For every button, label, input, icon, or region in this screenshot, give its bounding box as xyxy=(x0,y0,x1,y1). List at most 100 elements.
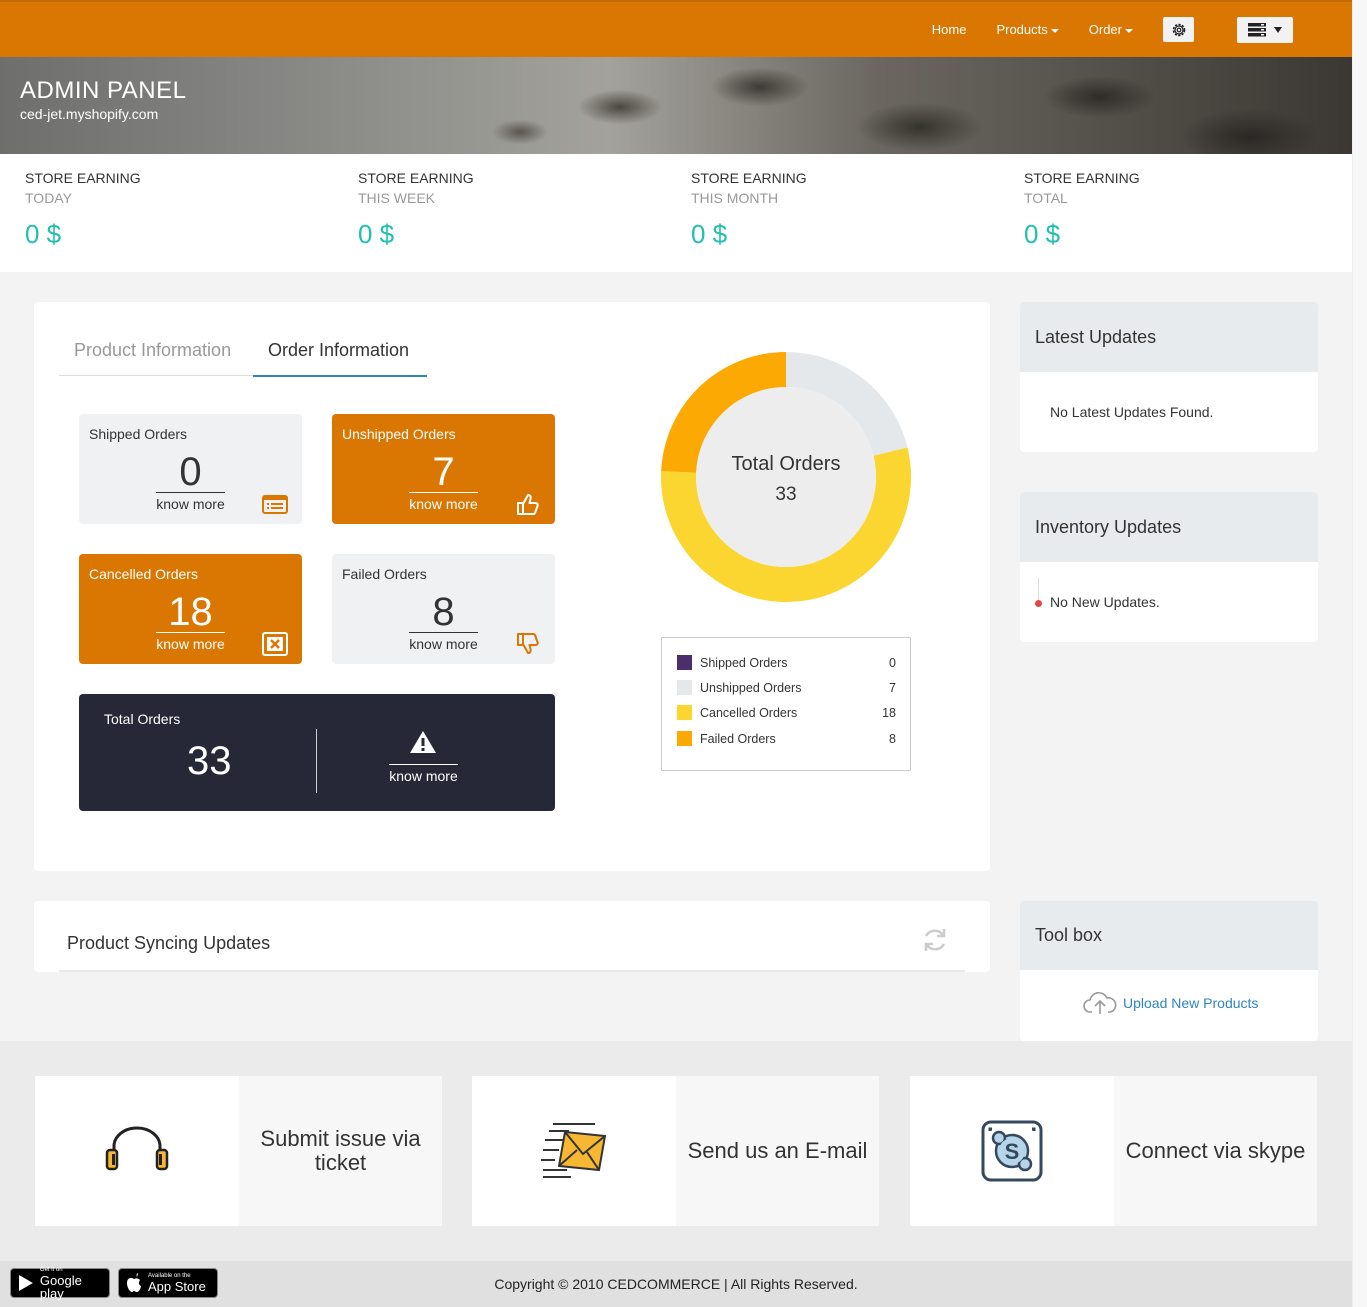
earning-period: TODAY xyxy=(25,190,72,206)
toolbox-title: Tool box xyxy=(1020,901,1318,970)
total-value: 33 xyxy=(187,739,232,783)
nav-home-link[interactable]: Home xyxy=(932,22,967,37)
unshipped-orders-card: Unshipped Orders 7 know more xyxy=(332,414,555,524)
total-title: Total Orders xyxy=(104,711,181,727)
earning-period: THIS WEEK xyxy=(358,190,436,206)
tab-order-information[interactable]: Order Information xyxy=(268,340,409,361)
stat-title: Failed Orders xyxy=(342,566,427,582)
legend-value: 8 xyxy=(889,732,896,746)
latest-updates-message: No Latest Updates Found. xyxy=(1050,404,1214,420)
legend-item: Unshipped Orders 7 xyxy=(677,679,896,697)
cancelled-know-more-link[interactable]: know more xyxy=(156,632,225,652)
nav-links: Home Products Order xyxy=(932,2,1352,57)
inventory-updates-card: Inventory Updates No New Updates. xyxy=(1020,492,1318,642)
legend-name: Unshipped Orders xyxy=(700,681,802,695)
close-box-icon xyxy=(262,632,288,656)
legend-swatch xyxy=(677,731,692,746)
legend-name: Shipped Orders xyxy=(700,656,788,670)
stat-value: 8 xyxy=(432,590,455,634)
server-menu-icon xyxy=(1248,22,1266,36)
nav-order-label: Order xyxy=(1088,22,1122,37)
support-section: Submit issue via ticket Send us an E-mai… xyxy=(0,1041,1352,1261)
store-earnings-strip: STORE EARNING TODAY 0 $ STORE EARNING TH… xyxy=(0,154,1352,272)
nav-products-dropdown[interactable]: Products xyxy=(996,22,1059,37)
stat-title: Shipped Orders xyxy=(89,426,188,442)
divider xyxy=(316,729,317,793)
product-syncing-card: Product Syncing Updates xyxy=(34,901,990,972)
skype-icon: S xyxy=(981,1120,1043,1182)
top-navbar: Home Products Order xyxy=(0,0,1352,57)
caret-down-icon xyxy=(1050,28,1059,33)
email-icon xyxy=(541,1123,607,1178)
earning-label: STORE EARNING xyxy=(691,170,807,186)
info-tabs: Product Information Order Information xyxy=(59,336,427,377)
refresh-icon[interactable] xyxy=(921,926,949,954)
legend-item: Failed Orders 8 xyxy=(677,730,896,748)
support-icon-box: S xyxy=(910,1076,1114,1226)
tab-product-information[interactable]: Product Information xyxy=(74,340,231,361)
thumbs-down-icon xyxy=(517,633,539,654)
banner-store-url: ced-jet.myshopify.com xyxy=(20,106,159,122)
donut-center-label: Total Orders xyxy=(731,453,841,475)
send-email-button[interactable]: Send us an E-mail xyxy=(472,1076,879,1226)
earning-today: STORE EARNING TODAY 0 $ xyxy=(25,170,141,250)
legend-name: Failed Orders xyxy=(700,732,776,746)
donut-hole xyxy=(696,387,876,567)
thumbs-up-icon xyxy=(517,494,539,515)
toolbox-body: Upload New Products xyxy=(1020,970,1318,1041)
support-icon-box xyxy=(35,1076,239,1226)
toolbox-card: Tool box Upload New Products xyxy=(1020,901,1318,1041)
submit-ticket-button[interactable]: Submit issue via ticket xyxy=(35,1076,442,1226)
earning-this-month: STORE EARNING THIS MONTH 0 $ xyxy=(691,170,807,250)
page-scrollbar[interactable] xyxy=(1352,0,1367,1307)
legend-value: 0 xyxy=(889,656,896,670)
nav-home-label: Home xyxy=(931,22,967,37)
legend-swatch xyxy=(677,705,692,720)
failed-orders-card: Failed Orders 8 know more xyxy=(332,554,555,664)
upload-label: Upload New Products xyxy=(1123,995,1259,1011)
latest-updates-card: Latest Updates No Latest Updates Found. xyxy=(1020,302,1318,452)
unshipped-know-more-link[interactable]: know more xyxy=(409,492,478,512)
timeline-line xyxy=(1038,578,1039,602)
shipped-orders-card: Shipped Orders 0 know more xyxy=(79,414,302,524)
settings-button[interactable] xyxy=(1163,17,1194,42)
earning-this-week: STORE EARNING THIS WEEK 0 $ xyxy=(358,170,474,250)
stat-value: 7 xyxy=(432,450,455,494)
inventory-updates-body: No New Updates. xyxy=(1020,562,1318,642)
banner-title: ADMIN PANEL xyxy=(20,77,187,104)
latest-updates-body: No Latest Updates Found. xyxy=(1020,372,1318,452)
copyright-text: Copyright © 2010 CEDCOMMERCE | All Right… xyxy=(494,1276,858,1292)
active-tab-indicator xyxy=(253,375,427,377)
earning-value: 0 $ xyxy=(25,219,62,249)
inventory-updates-message: No New Updates. xyxy=(1050,594,1160,610)
stat-value: 18 xyxy=(168,590,213,634)
donut-center-value: 33 xyxy=(775,484,797,505)
stat-title: Unshipped Orders xyxy=(342,426,456,442)
cloud-upload-icon xyxy=(1083,992,1117,1014)
admin-banner: ADMIN PANEL ced-jet.myshopify.com xyxy=(0,57,1352,154)
support-label: Send us an E-mail xyxy=(676,1076,879,1226)
connect-skype-button[interactable]: S Connect via skype xyxy=(910,1076,1317,1226)
earning-period: TOTAL xyxy=(1024,190,1068,206)
earning-value: 0 $ xyxy=(358,219,395,249)
total-know-more-link[interactable]: know more xyxy=(389,764,458,784)
cancelled-orders-card: Cancelled Orders 18 know more xyxy=(79,554,302,664)
latest-updates-title: Latest Updates xyxy=(1020,302,1318,372)
nav-order-dropdown[interactable]: Order xyxy=(1089,22,1133,37)
failed-know-more-link[interactable]: know more xyxy=(409,632,478,652)
earning-period: THIS MONTH xyxy=(691,190,779,206)
legend-swatch xyxy=(677,655,692,670)
upload-new-products-link[interactable]: Upload New Products xyxy=(1083,990,1258,1016)
list-icon xyxy=(262,495,288,514)
shipped-know-more-link[interactable]: know more xyxy=(156,492,225,512)
earning-label: STORE EARNING xyxy=(1024,170,1140,186)
account-menu-button[interactable] xyxy=(1237,16,1293,43)
inventory-updates-title: Inventory Updates xyxy=(1020,492,1318,562)
earning-total: STORE EARNING TOTAL 0 $ xyxy=(1024,170,1140,250)
orders-donut-chart: Total Orders 33 xyxy=(660,351,912,603)
legend-swatch xyxy=(677,680,692,695)
headphones-icon xyxy=(105,1126,169,1171)
legend-item: Cancelled Orders 18 xyxy=(677,704,896,722)
support-label: Submit issue via ticket xyxy=(239,1076,442,1226)
nav-products-label: Products xyxy=(996,22,1048,37)
